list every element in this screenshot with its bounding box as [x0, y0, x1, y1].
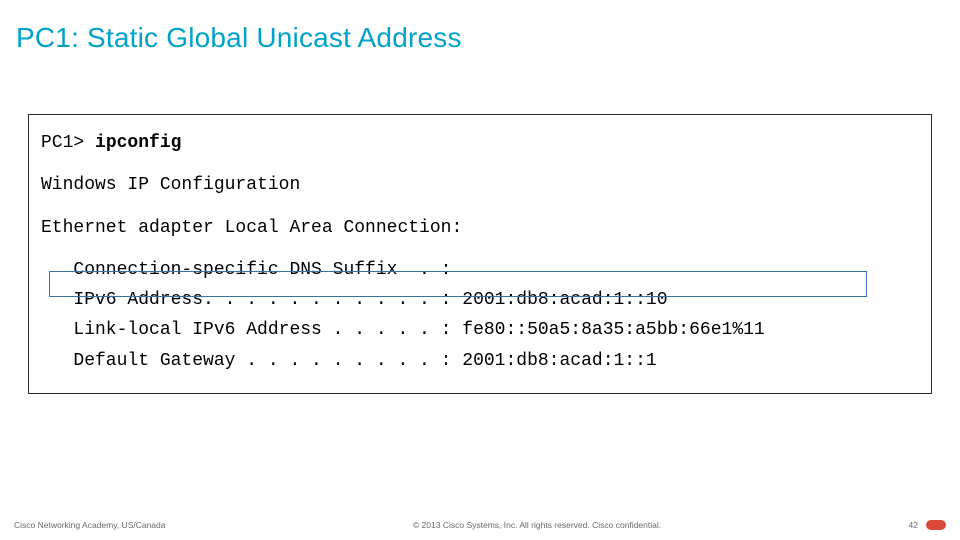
footer-copyright: © 2013 Cisco Systems, Inc. All rights re… — [166, 520, 909, 530]
page-number: 42 — [909, 520, 918, 530]
command: ipconfig — [95, 133, 181, 153]
ipconfig-header: Windows IP Configuration — [41, 173, 919, 197]
default-gateway-line: Default Gateway . . . . . . . . . : 2001… — [41, 349, 919, 373]
ipv6-address-line: IPv6 Address. . . . . . . . . . . : 2001… — [41, 288, 919, 312]
footer-left: Cisco Networking Academy, US/Canada — [14, 520, 166, 530]
prompt-line: PC1> ipconfig — [41, 131, 919, 155]
prompt: PC1> — [41, 133, 95, 153]
link-local-line: Link-local IPv6 Address . . . . . : fe80… — [41, 318, 919, 342]
slide-title: PC1: Static Global Unicast Address — [0, 0, 960, 54]
footer: Cisco Networking Academy, US/Canada © 20… — [0, 520, 960, 530]
footer-right: 42 — [909, 520, 946, 530]
adapter-header: Ethernet adapter Local Area Connection: — [41, 216, 919, 240]
brand-dot-icon — [926, 520, 946, 530]
dns-suffix-line: Connection-specific DNS Suffix . : — [41, 258, 919, 282]
terminal-output-box: PC1> ipconfig Windows IP Configuration E… — [28, 114, 932, 394]
